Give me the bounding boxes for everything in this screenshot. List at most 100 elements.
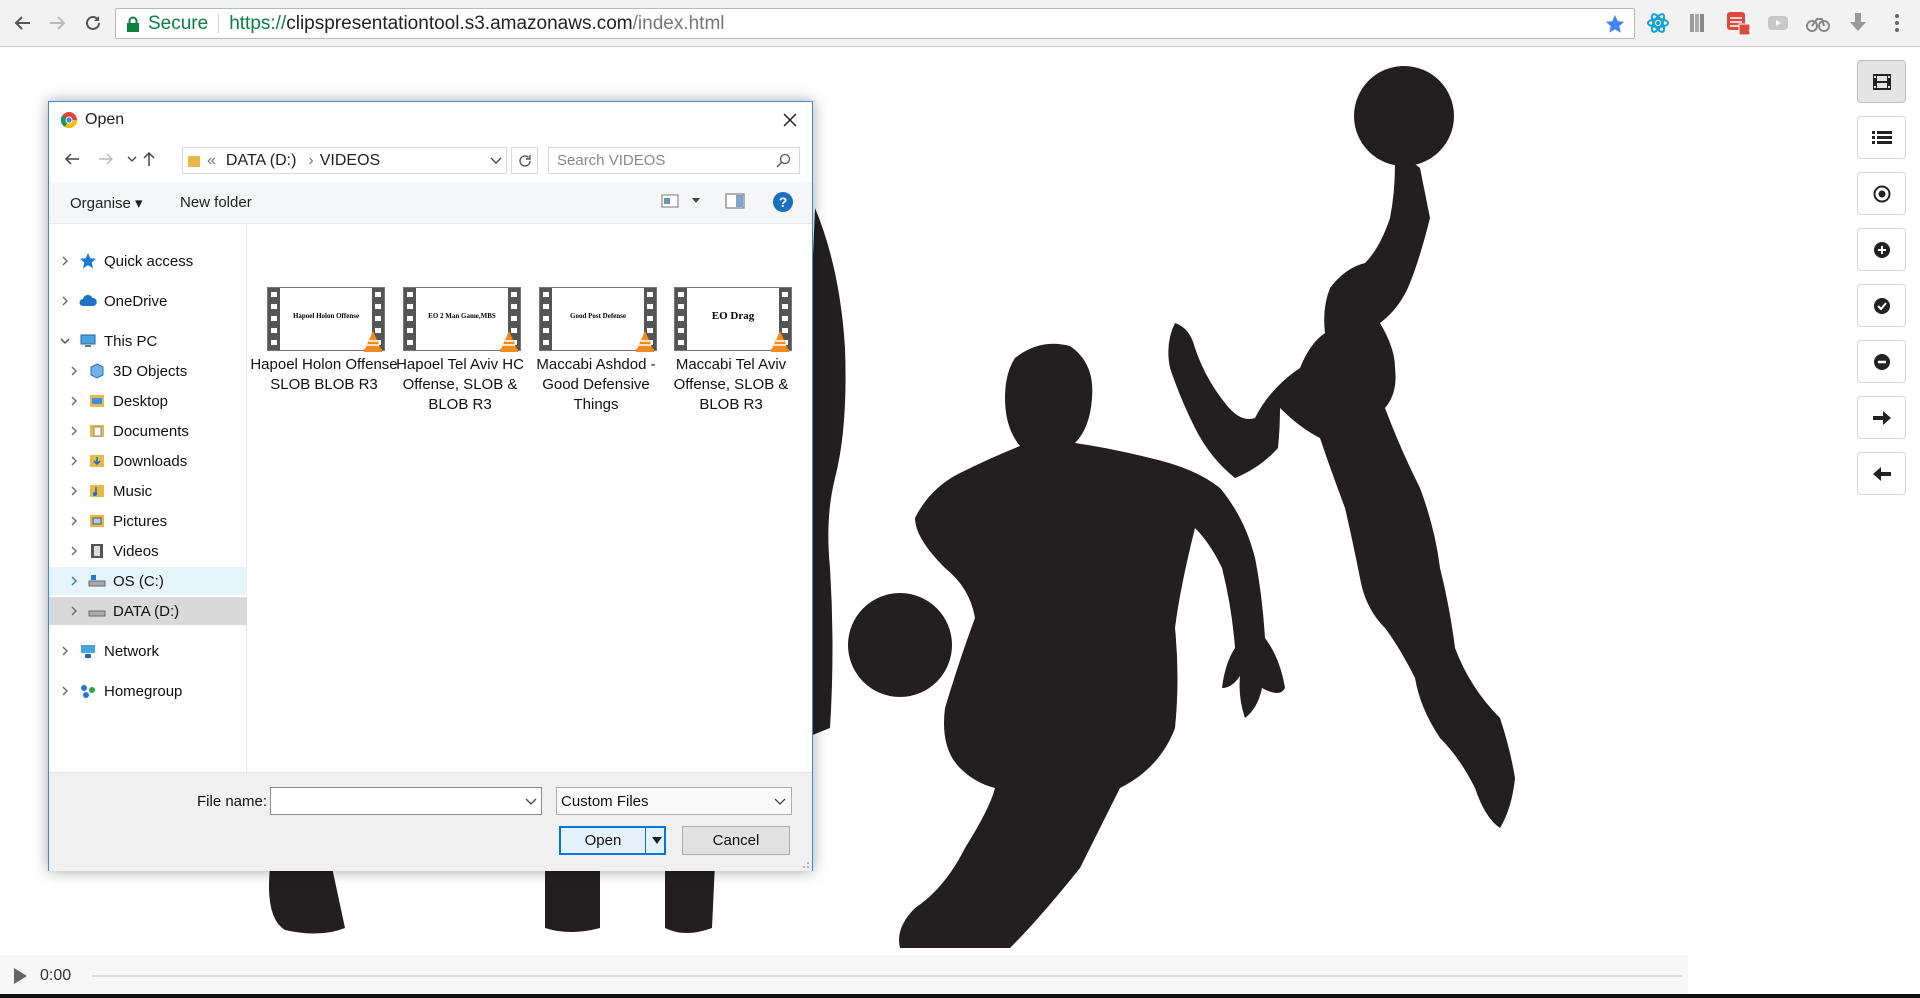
arrow-right-icon bbox=[50, 16, 66, 30]
organise-menu[interactable]: Organise ▾ bbox=[70, 194, 143, 212]
chevron-right-icon[interactable] bbox=[68, 515, 80, 527]
dialog-titlebar[interactable]: Open bbox=[49, 102, 812, 138]
seek-bar[interactable] bbox=[92, 975, 1682, 977]
close-button[interactable] bbox=[778, 108, 802, 132]
breadcrumb[interactable]: « DATA (D:) › VIDEOS bbox=[182, 147, 507, 174]
video-controls: 0:00 bbox=[0, 955, 1688, 996]
list-icon bbox=[1871, 130, 1892, 144]
chevron-right-icon[interactable] bbox=[68, 545, 80, 557]
remove-tool-button[interactable] bbox=[1857, 340, 1906, 383]
nav-item-os-c[interactable]: OS (C:) bbox=[49, 567, 247, 595]
chevron-right-icon[interactable] bbox=[68, 425, 80, 437]
chevron-right-icon[interactable] bbox=[68, 395, 80, 407]
check-circle-icon bbox=[1873, 297, 1890, 314]
thumbnail-title: Hapoel Holon Offense bbox=[292, 312, 360, 320]
chevron-down-icon[interactable] bbox=[691, 196, 701, 204]
chevron-right-icon[interactable] bbox=[59, 685, 71, 697]
chevron-down-icon[interactable] bbox=[490, 155, 502, 165]
chevron-down-icon[interactable] bbox=[651, 836, 663, 845]
minus-circle-icon bbox=[1873, 353, 1890, 370]
chevron-right-icon[interactable] bbox=[59, 295, 71, 307]
nav-item-3d-objects[interactable]: 3D Objects bbox=[49, 357, 247, 385]
drive-icon bbox=[88, 610, 106, 617]
back-button[interactable] bbox=[8, 8, 38, 38]
nav-item-desktop[interactable]: Desktop bbox=[49, 387, 247, 415]
nav-item-downloads[interactable]: Downloads bbox=[49, 447, 247, 475]
nav-item-music[interactable]: Music bbox=[49, 477, 247, 505]
video-thumbnail: EO 2 Man Game,MBS bbox=[403, 287, 521, 352]
homegroup-icon bbox=[81, 685, 95, 698]
record-tool-button[interactable] bbox=[1857, 172, 1906, 215]
refresh-button[interactable] bbox=[511, 147, 538, 174]
add-tool-button[interactable] bbox=[1857, 228, 1906, 271]
nav-item-network[interactable]: Network bbox=[49, 637, 247, 665]
video-icon[interactable] bbox=[1765, 10, 1791, 36]
security-indicator[interactable]: Secure bbox=[116, 13, 220, 34]
next-tool-button[interactable] bbox=[1857, 396, 1906, 439]
target-icon bbox=[1873, 185, 1890, 202]
film-tool-button[interactable] bbox=[1857, 60, 1906, 103]
open-button[interactable]: Open bbox=[559, 826, 666, 855]
nav-item-pictures[interactable]: Pictures bbox=[49, 507, 247, 535]
nav-item-videos[interactable]: Videos bbox=[49, 537, 247, 565]
reload-button[interactable] bbox=[78, 8, 108, 38]
open-file-dialog: Open « DATA (D:) › VIDEOS Search VIDEOS … bbox=[48, 101, 813, 871]
music-folder-icon bbox=[90, 485, 104, 497]
todoist-icon[interactable]: 2 bbox=[1725, 10, 1753, 38]
arrow-left-icon bbox=[64, 153, 79, 165]
forward-button[interactable] bbox=[42, 8, 72, 38]
chevron-right-icon[interactable] bbox=[68, 455, 80, 467]
file-name: Maccabi Ashdod - Good Defensive Things bbox=[536, 356, 656, 413]
nav-item-data-d[interactable]: DATA (D:) bbox=[49, 597, 247, 625]
nav-item-label: Downloads bbox=[113, 452, 188, 470]
documents-icon bbox=[90, 425, 104, 437]
vlc-cone-icon bbox=[636, 331, 654, 352]
address-bar[interactable]: Secure https://clipspresentationtool.s3.… bbox=[115, 8, 1635, 39]
nav-item-homegroup[interactable]: Homegroup bbox=[49, 677, 247, 705]
list-tool-button[interactable] bbox=[1857, 116, 1906, 159]
dialog-back-button[interactable] bbox=[59, 146, 85, 172]
preview-pane-icon[interactable] bbox=[725, 193, 745, 209]
react-devtools-icon[interactable] bbox=[1645, 10, 1671, 36]
chevron-right-icon[interactable] bbox=[59, 645, 71, 657]
resize-grip-icon[interactable] bbox=[800, 859, 810, 869]
download-icon[interactable] bbox=[1845, 10, 1871, 36]
breadcrumb-folder[interactable]: VIDEOS bbox=[320, 152, 380, 170]
chevron-right-icon[interactable] bbox=[68, 605, 80, 617]
cancel-button[interactable]: Cancel bbox=[682, 826, 790, 855]
chevron-right-icon[interactable] bbox=[68, 575, 80, 587]
cloud-icon bbox=[79, 294, 97, 306]
nav-item-documents[interactable]: Documents bbox=[49, 417, 247, 445]
bookmark-star-icon[interactable] bbox=[1604, 13, 1626, 35]
nav-item-quick-access[interactable]: Quick access bbox=[49, 247, 247, 275]
file-name-label: File name: bbox=[197, 793, 268, 810]
new-folder-button[interactable]: New folder bbox=[180, 194, 252, 211]
menu-icon[interactable] bbox=[1884, 10, 1910, 36]
chevron-right-icon[interactable] bbox=[59, 255, 71, 267]
chevron-right-icon[interactable] bbox=[68, 485, 80, 497]
chevron-down-icon[interactable] bbox=[525, 796, 537, 806]
breadcrumb-overflow[interactable]: « bbox=[207, 152, 216, 170]
video-thumbnail: EO Drag bbox=[674, 287, 792, 352]
file-name-input[interactable] bbox=[270, 787, 542, 815]
nav-item-onedrive[interactable]: OneDrive bbox=[49, 287, 247, 315]
video-thumbnail: Hapoel Holon Offense bbox=[267, 287, 385, 352]
play-icon[interactable] bbox=[12, 967, 28, 985]
dialog-forward-button[interactable] bbox=[93, 146, 119, 172]
chevron-down-icon[interactable] bbox=[774, 796, 786, 806]
url-scheme: https:// bbox=[229, 12, 287, 34]
plus-circle-icon bbox=[1873, 241, 1890, 258]
change-view-icon[interactable] bbox=[661, 194, 679, 208]
previous-tool-button[interactable] bbox=[1857, 452, 1906, 495]
chevron-down-icon[interactable] bbox=[59, 335, 71, 347]
up-folder-button[interactable] bbox=[136, 146, 162, 172]
breadcrumb-drive[interactable]: DATA (D:) bbox=[226, 152, 297, 170]
help-icon[interactable]: ? bbox=[772, 191, 794, 213]
nav-item-this-pc[interactable]: This PC bbox=[49, 327, 247, 355]
search-input[interactable]: Search VIDEOS bbox=[548, 147, 800, 174]
books-icon[interactable] bbox=[1685, 10, 1711, 36]
confirm-tool-button[interactable] bbox=[1857, 284, 1906, 327]
bike-icon[interactable] bbox=[1805, 10, 1831, 36]
chevron-right-icon[interactable] bbox=[68, 365, 80, 377]
file-type-select[interactable]: Custom Files bbox=[556, 787, 792, 815]
